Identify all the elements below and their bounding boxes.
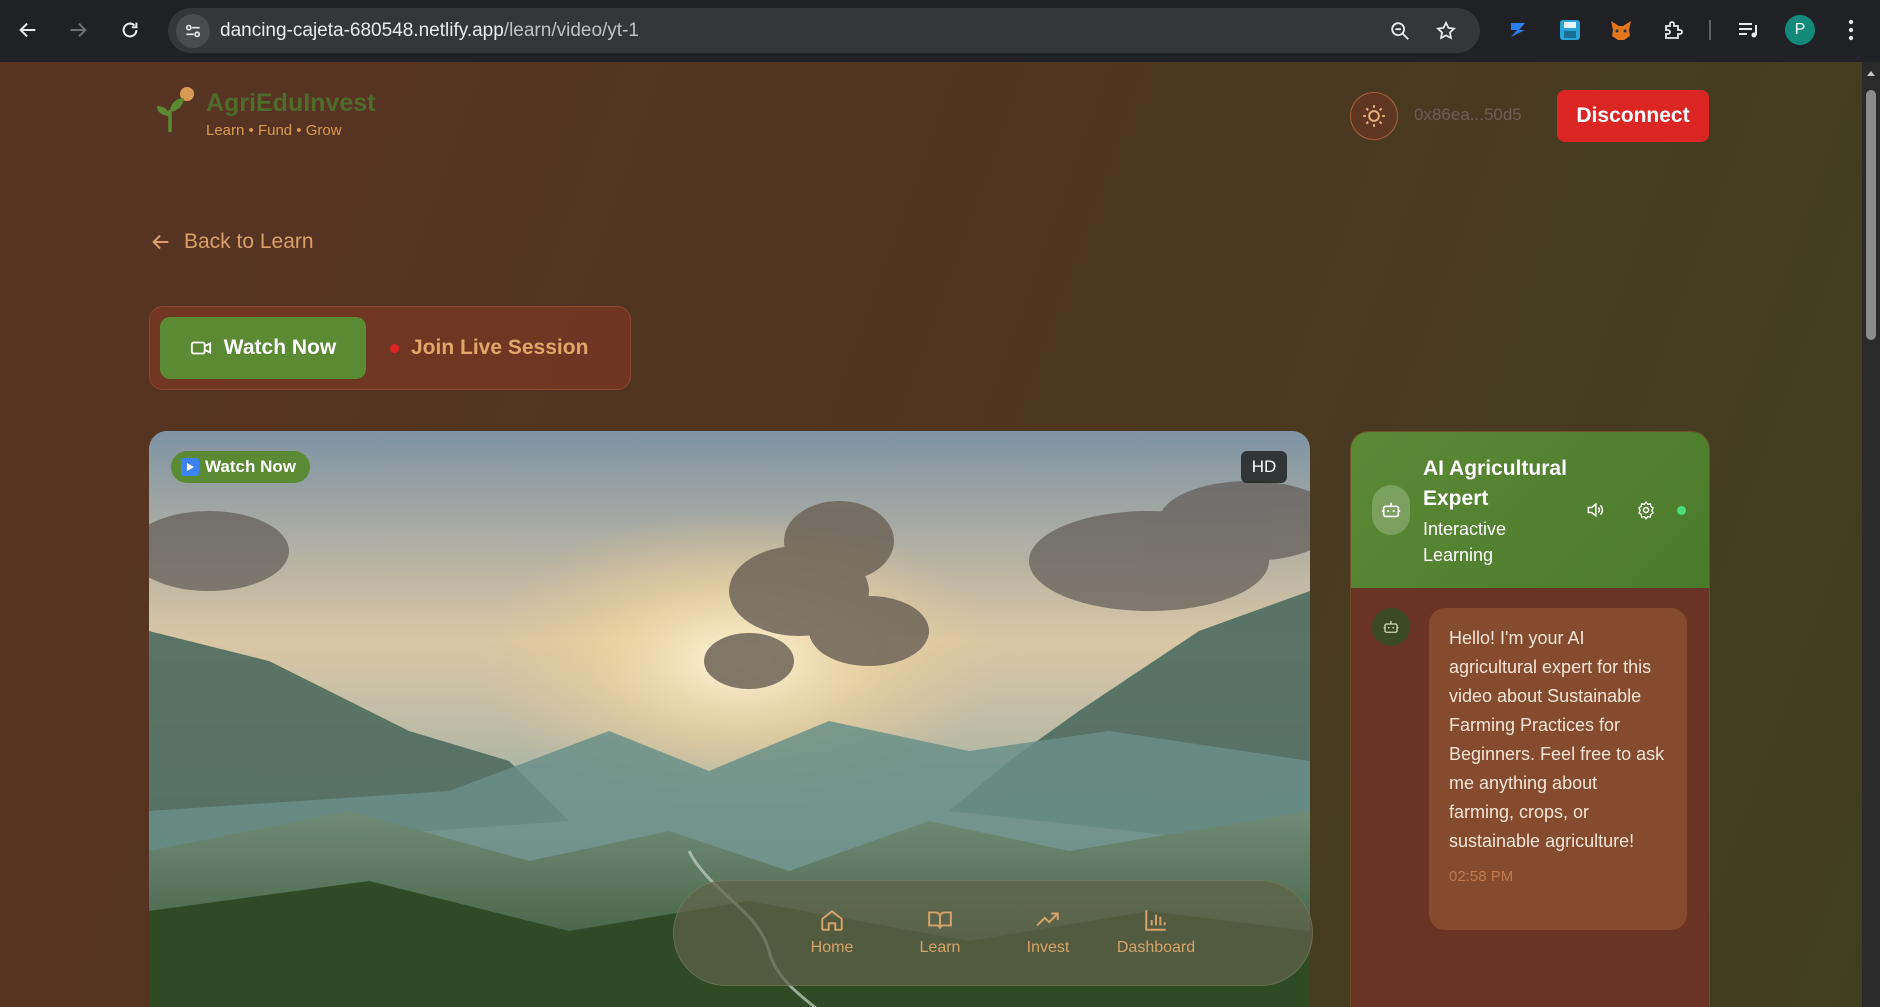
bookmark-star-icon[interactable] [1433,18,1459,44]
nav-invest-label: Invest [1026,939,1070,956]
extension-s-icon[interactable] [1503,15,1533,45]
nav-home-label: Home [810,939,854,956]
tab-watch-now[interactable]: Watch Now [160,317,366,379]
trending-up-icon [1036,912,1059,927]
save-extension-icon[interactable] [1555,15,1585,45]
tab-join-live-session[interactable]: Join Live Session [390,317,588,379]
hd-quality-badge: HD [1241,451,1287,483]
chat-subtitle: Interactive Learning [1423,519,1507,565]
book-icon [928,911,952,929]
metamask-fox-icon[interactable] [1606,15,1636,45]
bot-message-bubble: Hello! I'm your AI agricultural expert f… [1429,608,1687,930]
tab-join-live-label: Join Live Session [411,336,589,359]
speaker-icon[interactable] [1583,498,1607,522]
message-bot-icon [1372,608,1410,646]
back-to-learn-link[interactable]: Back to Learn [150,230,314,254]
zoom-icon[interactable] [1387,18,1413,44]
nav-item-learn[interactable]: Learn [885,907,995,957]
app-page: AgriEduInvest Learn • Fund • Grow 0x86ea… [0,62,1862,1007]
video-camera-icon [190,341,211,355]
browser-toolbar: dancing-cajeta-680548.netlify.app/learn/… [0,0,1880,62]
bottom-navigation: Home Learn Invest Dashboard [673,880,1313,986]
sun-icon [1363,105,1385,127]
url-host: dancing-cajeta-680548.netlify.app [220,20,504,41]
arrow-left-icon [152,234,169,250]
chat-title: AI Agricultural Expert [1423,457,1567,510]
sprout-logo-icon[interactable] [150,86,198,134]
play-icon [181,458,199,476]
nav-dashboard-label: Dashboard [1116,939,1196,956]
browser-menu-icon[interactable] [1836,15,1866,45]
site-settings-icon[interactable] [176,14,210,48]
profile-avatar[interactable]: P [1785,15,1815,45]
watch-now-badge: Watch Now [171,451,310,483]
bot-icon [1372,485,1410,535]
back-arrow-icon[interactable] [12,14,44,46]
media-queue-icon[interactable] [1733,15,1763,45]
scrollbar-thumb[interactable] [1866,90,1876,340]
disconnect-button[interactable]: Disconnect [1557,90,1709,142]
address-bar[interactable]: dancing-cajeta-680548.netlify.app/learn/… [168,8,1480,53]
page-scrollbar[interactable] [1862,62,1880,1007]
brand-tagline: Learn • Fund • Grow [206,122,342,139]
home-icon [821,910,843,931]
back-to-learn-label: Back to Learn [184,230,314,253]
watch-now-badge-label: Watch Now [205,457,296,476]
theme-toggle-button[interactable] [1350,92,1398,140]
forward-arrow-icon[interactable] [62,14,94,46]
chat-header: AI Agricultural Expert Interactive Learn… [1351,432,1709,588]
online-status-dot [1677,506,1686,515]
scroll-up-arrow-icon[interactable] [1866,68,1876,78]
nav-item-home[interactable]: Home [777,907,887,957]
tab-watch-now-label: Watch Now [223,336,337,359]
bot-message-text: Hello! I'm your AI agricultural expert f… [1449,628,1665,851]
nav-item-invest[interactable]: Invest [993,907,1103,957]
nav-learn-label: Learn [919,939,961,956]
reload-icon[interactable] [114,14,146,46]
url-text: dancing-cajeta-680548.netlify.app/learn/… [220,20,639,42]
bot-message-time: 02:58 PM [1449,868,1514,885]
url-path: /learn/video/yt-1 [503,20,639,41]
settings-gear-icon[interactable] [1634,498,1658,522]
ai-chat-panel: AI Agricultural Expert Interactive Learn… [1350,431,1710,1007]
live-indicator-dot [390,343,399,353]
toolbar-divider [1709,20,1711,40]
mode-tabs: Watch Now Join Live Session [149,306,631,390]
extensions-puzzle-icon[interactable] [1658,15,1688,45]
nav-item-dashboard[interactable]: Dashboard [1101,907,1211,957]
bar-chart-icon [1145,910,1166,931]
brand-name[interactable]: AgriEduInvest [206,89,375,118]
wallet-address: 0x86ea...50d5 [1414,105,1522,124]
